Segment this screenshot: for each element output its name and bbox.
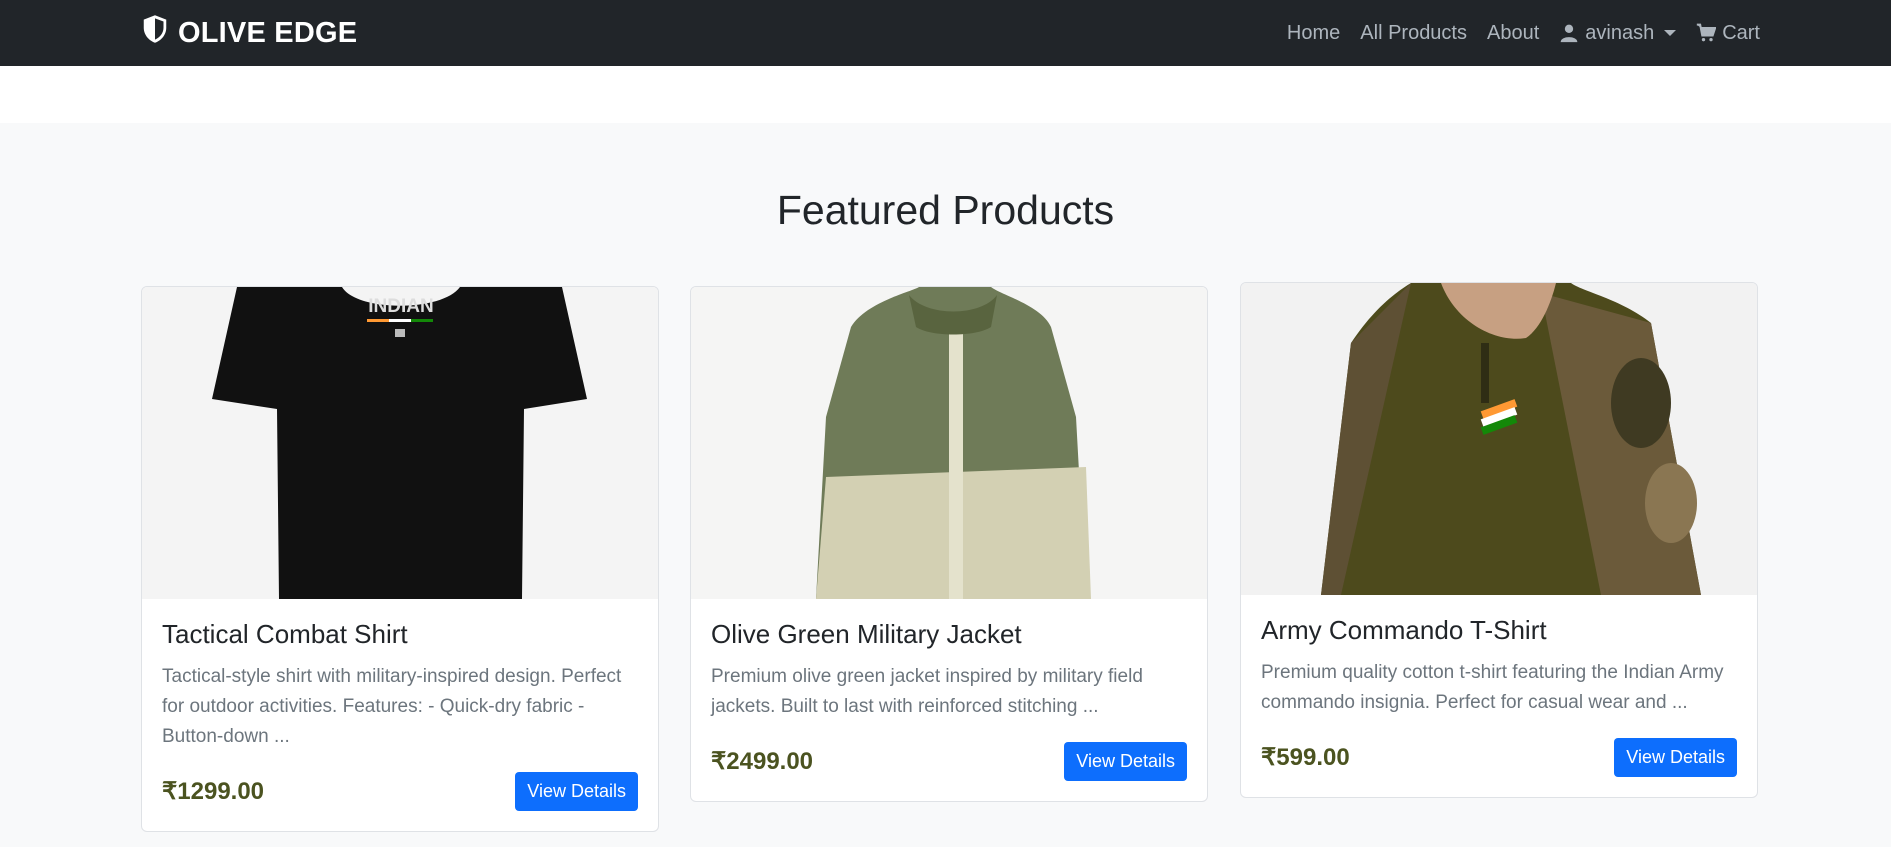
tshirt-image: INDIAN xyxy=(142,287,658,599)
product-image: INDIAN xyxy=(142,287,658,599)
nav-links: Home All Products About avinash Cart xyxy=(1287,22,1760,45)
product-description: Premium quality cotton t-shirt featuring… xyxy=(1261,662,1724,713)
user-dropdown[interactable]: avinash xyxy=(1559,21,1677,45)
view-details-button[interactable]: View Details xyxy=(1614,738,1737,777)
featured-products-section: Featured Products INDIAN Tactical Combat… xyxy=(0,123,1891,847)
nav-all-products[interactable]: All Products xyxy=(1360,22,1467,45)
brand-name: OLIVE EDGE xyxy=(178,16,358,49)
product-card: INDIAN Tactical Combat Shirt Tactical-st… xyxy=(141,286,659,832)
product-image xyxy=(1241,283,1757,595)
chevron-down-icon xyxy=(1664,30,1677,36)
nav-home[interactable]: Home xyxy=(1287,22,1340,45)
product-price: ₹599.00 xyxy=(1261,744,1350,771)
nav-about[interactable]: About xyxy=(1487,22,1539,45)
product-image xyxy=(691,287,1207,599)
brand-link[interactable]: OLIVE EDGE xyxy=(140,14,357,52)
commando-shirt-image xyxy=(1241,283,1757,595)
product-description: Premium olive green jacket inspired by m… xyxy=(711,666,1143,717)
shield-icon xyxy=(140,14,170,52)
user-icon xyxy=(1560,24,1578,43)
image-print-text: INDIAN xyxy=(368,296,433,317)
cart-icon xyxy=(1697,23,1717,42)
jacket-image xyxy=(691,287,1207,599)
product-title: Tactical Combat Shirt xyxy=(162,619,408,649)
product-title: Olive Green Military Jacket xyxy=(711,619,1022,649)
product-description: Tactical-style shirt with military-inspi… xyxy=(162,666,622,747)
hero-spacer xyxy=(0,66,1891,123)
cart-label: Cart xyxy=(1722,21,1760,44)
user-name: avinash xyxy=(1585,21,1655,44)
view-details-button[interactable]: View Details xyxy=(515,772,638,811)
product-price: ₹1299.00 xyxy=(162,778,265,805)
product-card: Army Commando T-Shirt Premium quality co… xyxy=(1240,282,1758,798)
product-grid: INDIAN Tactical Combat Shirt Tactical-st… xyxy=(0,282,1891,846)
product-card: Olive Green Military Jacket Premium oliv… xyxy=(690,286,1208,802)
section-title: Featured Products xyxy=(776,187,1115,233)
view-details-button[interactable]: View Details xyxy=(1064,742,1187,781)
product-title: Army Commando T-Shirt xyxy=(1261,615,1547,645)
product-price: ₹2499.00 xyxy=(711,748,814,775)
nav-cart[interactable]: Cart xyxy=(1696,22,1760,45)
navbar: OLIVE EDGE Home All Products About avina… xyxy=(0,0,1891,66)
